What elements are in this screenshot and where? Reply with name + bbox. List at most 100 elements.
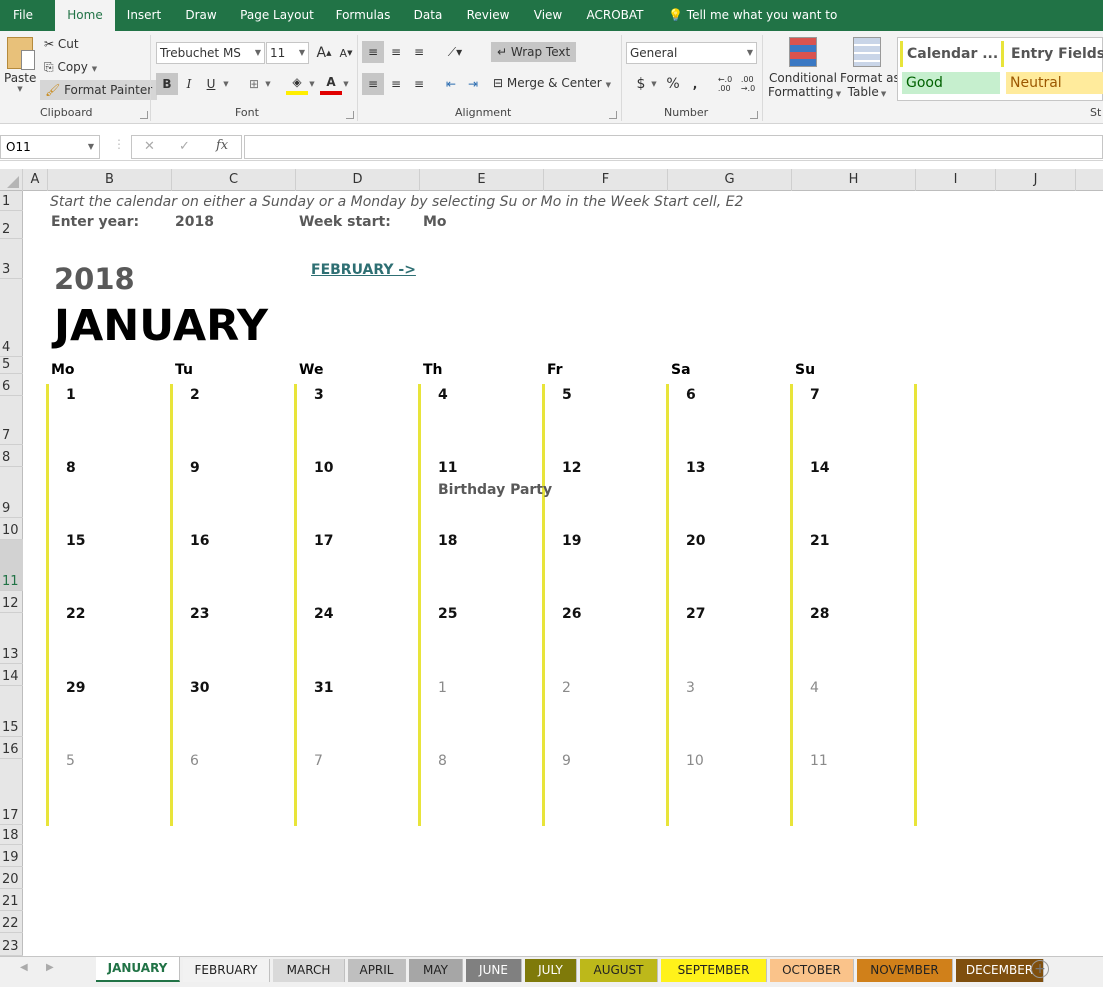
chevron-down-icon[interactable]: ▼ — [220, 73, 232, 95]
row-header[interactable]: 5 — [0, 357, 23, 374]
calendar-day-cell[interactable]: 2 — [172, 383, 292, 453]
year-input-cell[interactable]: 2018 — [175, 214, 214, 230]
calendar-day-cell[interactable]: 14 — [792, 456, 912, 526]
tab-review[interactable]: Review — [458, 0, 518, 31]
calendar-day-cell[interactable]: 5 — [48, 749, 168, 819]
enter-icon[interactable]: ✓ — [179, 139, 190, 154]
sheet-tab-march[interactable]: MARCH — [273, 959, 345, 982]
fill-color-icon[interactable]: ◈ — [286, 73, 308, 95]
align-right-icon[interactable]: ≡ — [408, 73, 430, 95]
dialog-launcher-icon[interactable] — [140, 111, 148, 119]
select-all-button[interactable] — [0, 169, 23, 191]
tab-formulas[interactable]: Formulas — [328, 0, 398, 31]
chevron-down-icon[interactable]: ▼ — [648, 73, 660, 95]
decrease-indent-icon[interactable]: ⇤ — [440, 73, 462, 95]
calendar-day-cell[interactable]: 15 — [48, 529, 168, 599]
calendar-day-cell[interactable]: 8 — [420, 749, 540, 819]
row-header[interactable]: 3 — [0, 239, 23, 279]
calendar-day-cell[interactable]: 7 — [296, 749, 416, 819]
calendar-day-cell[interactable]: 25 — [420, 602, 540, 672]
chevron-down-icon[interactable]: ▼ — [306, 73, 318, 95]
column-header[interactable]: H — [792, 169, 916, 191]
column-header[interactable]: I — [916, 169, 996, 191]
decrease-decimal-icon[interactable]: .00 →.0 — [737, 73, 759, 95]
style-calendar[interactable]: Calendar ... — [900, 41, 998, 67]
chevron-down-icon[interactable]: ▼ — [262, 73, 274, 95]
bold-button[interactable]: B — [156, 73, 178, 95]
dialog-launcher-icon[interactable] — [750, 111, 758, 119]
row-header[interactable]: 20 — [0, 867, 23, 889]
merge-center-button[interactable]: ⊟ Merge & Center ▼ — [493, 76, 611, 90]
calendar-day-cell[interactable]: 20 — [668, 529, 788, 599]
row-header[interactable]: 6 — [0, 374, 23, 396]
worksheet-grid[interactable]: Start the calendar on either a Sunday or… — [23, 191, 1103, 956]
dialog-launcher-icon[interactable] — [346, 111, 354, 119]
calendar-day-cell[interactable]: 4 — [420, 383, 540, 453]
align-center-icon[interactable]: ≡ — [385, 73, 407, 95]
column-header[interactable]: D — [296, 169, 420, 191]
format-painter-button[interactable]: 🖌 Format Painter — [40, 80, 158, 100]
calendar-day-cell[interactable]: 9 — [172, 456, 292, 526]
calendar-day-cell[interactable]: 24 — [296, 602, 416, 672]
number-format-select[interactable]: General ▼ — [626, 42, 757, 64]
percent-button[interactable]: % — [662, 73, 684, 95]
copy-button[interactable]: ⎘ Copy ▼ — [44, 60, 97, 75]
tab-draw[interactable]: Draw — [178, 0, 224, 31]
align-left-icon[interactable]: ≡ — [362, 73, 384, 95]
row-header[interactable]: 1 — [0, 191, 23, 211]
calendar-day-cell[interactable]: 7 — [792, 383, 912, 453]
sheet-tab-april[interactable]: APRIL — [348, 959, 406, 982]
align-middle-icon[interactable]: ≡ — [385, 41, 407, 63]
calendar-day-cell[interactable]: 17 — [296, 529, 416, 599]
sheet-tab-may[interactable]: MAY — [409, 959, 463, 982]
calendar-day-cell[interactable]: 28 — [792, 602, 912, 672]
calendar-day-cell[interactable]: 18 — [420, 529, 540, 599]
row-header[interactable]: 17 — [0, 759, 23, 825]
underline-button[interactable]: U — [200, 73, 222, 95]
row-header[interactable]: 14 — [0, 664, 23, 686]
sheet-tab-november[interactable]: NOVEMBER — [857, 959, 953, 982]
row-header[interactable]: 23 — [0, 933, 23, 956]
sheet-tab-august[interactable]: AUGUST — [580, 959, 658, 982]
calendar-day-cell[interactable]: 11 Birthday Party — [420, 456, 552, 526]
dialog-launcher-icon[interactable] — [609, 111, 617, 119]
calendar-day-cell[interactable]: 2 — [544, 676, 664, 746]
calendar-day-cell[interactable]: 22 — [48, 602, 168, 672]
calendar-day-cell[interactable]: 30 — [172, 676, 292, 746]
italic-button[interactable]: I — [178, 73, 200, 95]
sheet-tab-january[interactable]: JANUARY — [96, 957, 180, 982]
align-top-icon[interactable]: ≡ — [362, 41, 384, 63]
row-header[interactable]: 19 — [0, 845, 23, 867]
column-header[interactable]: J — [996, 169, 1076, 191]
column-header[interactable]: E — [420, 169, 544, 191]
calendar-day-cell[interactable]: 13 — [668, 456, 788, 526]
style-neutral[interactable]: Neutral — [1006, 72, 1103, 94]
calendar-day-cell[interactable]: 5 — [544, 383, 664, 453]
column-header[interactable]: B — [48, 169, 172, 191]
scroll-tabs-right-icon[interactable]: ▶ — [46, 962, 54, 973]
font-size-select[interactable]: 11 ▼ — [266, 42, 309, 64]
calendar-day-cell[interactable]: 12 — [544, 456, 664, 526]
calendar-day-cell[interactable]: 6 — [172, 749, 292, 819]
calendar-day-cell[interactable]: 10 — [296, 456, 416, 526]
row-header[interactable]: 11 — [0, 540, 23, 591]
style-entry-fields[interactable]: Entry Fields — [1001, 41, 1103, 67]
sheet-tab-september[interactable]: SEPTEMBER — [661, 959, 767, 982]
tab-data[interactable]: Data — [406, 0, 450, 31]
calendar-day-cell[interactable]: 1 — [48, 383, 168, 453]
tab-file[interactable]: File — [0, 0, 46, 31]
calendar-day-cell[interactable]: 23 — [172, 602, 292, 672]
calendar-day-cell[interactable]: 26 — [544, 602, 664, 672]
row-header[interactable]: 13 — [0, 613, 23, 664]
row-header[interactable]: 7 — [0, 396, 23, 445]
tab-page-layout[interactable]: Page Layout — [234, 0, 320, 31]
row-header[interactable]: 4 — [0, 279, 23, 357]
calendar-day-cell[interactable]: 19 — [544, 529, 664, 599]
paste-button[interactable]: Paste ▼ — [4, 37, 36, 93]
column-header[interactable]: A — [23, 169, 48, 191]
calendar-day-cell[interactable]: 6 — [668, 383, 788, 453]
calendar-day-cell[interactable]: 29 — [48, 676, 168, 746]
increase-decimal-icon[interactable]: ←.0.00 — [714, 73, 736, 95]
tell-me-search[interactable]: 💡 Tell me what you want to do — [668, 0, 848, 53]
week-start-cell[interactable]: Mo — [423, 214, 447, 230]
